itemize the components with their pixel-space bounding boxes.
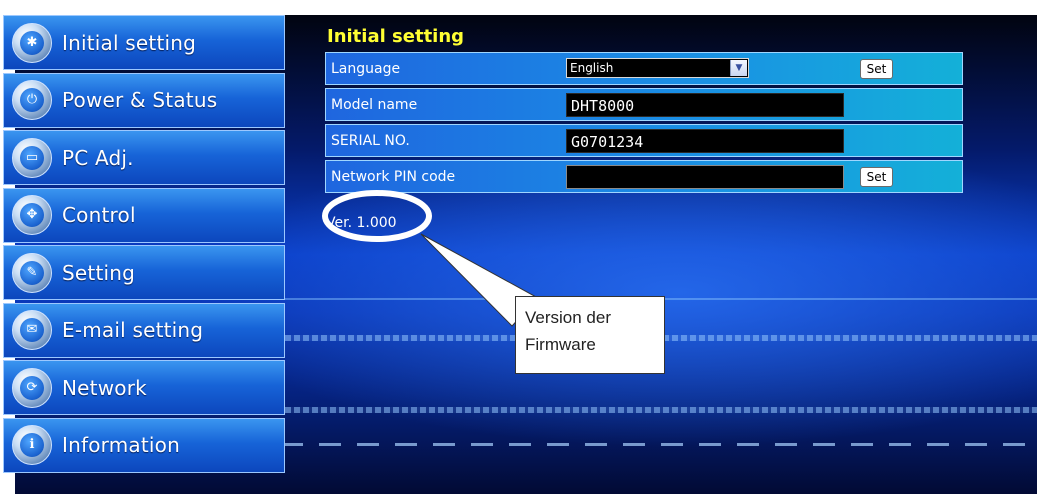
callout-overlay [322, 190, 539, 327]
version-highlight-ring [322, 190, 432, 242]
callout-box: Version der Firmware [515, 296, 665, 374]
callout-text-line2: Firmware [525, 335, 596, 354]
callout-text-line1: Version der [525, 308, 611, 327]
